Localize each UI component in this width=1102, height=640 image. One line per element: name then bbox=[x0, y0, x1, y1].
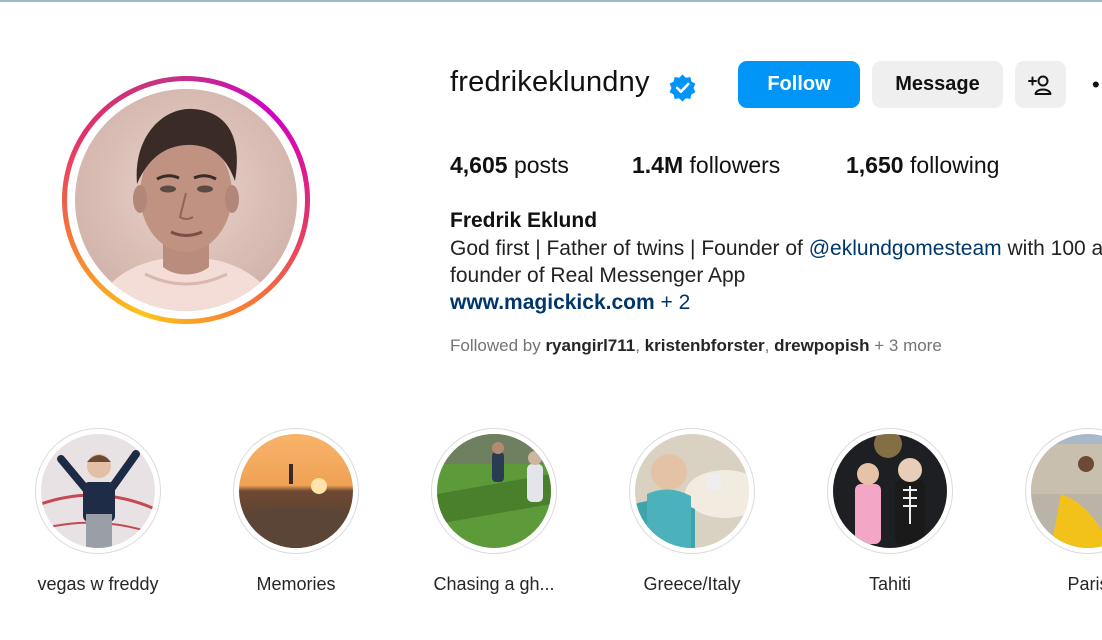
highlight-label: Memories bbox=[256, 574, 336, 594]
highlight-label: Tahiti bbox=[868, 574, 912, 594]
bio-text-continued: with 100 ag bbox=[1007, 237, 1102, 260]
suggested-accounts-button[interactable] bbox=[1015, 61, 1066, 108]
profile-avatar-story-ring[interactable] bbox=[62, 76, 310, 324]
highlight-thumbnail bbox=[239, 434, 353, 548]
website-link[interactable]: www.magickick.com + 2 bbox=[450, 291, 690, 315]
separator: , bbox=[764, 336, 775, 355]
highlight-label: Greece/Italy bbox=[643, 574, 741, 594]
more-options-icon[interactable]: • bbox=[1092, 72, 1100, 98]
stat-following[interactable]: 1,650 following bbox=[846, 152, 999, 179]
profile-full-name: Fredrik Eklund bbox=[450, 209, 598, 232]
profile-username: fredrikeklundny bbox=[450, 66, 650, 98]
followed-by-prefix: Followed by bbox=[450, 336, 546, 355]
add-user-icon bbox=[1027, 75, 1051, 95]
window-top-border bbox=[0, 0, 1102, 2]
highlight-label: Chasing a gh... bbox=[433, 574, 555, 594]
stat-followers[interactable]: 1.4M followers bbox=[632, 152, 780, 179]
follow-button[interactable]: Follow bbox=[738, 61, 860, 108]
highlight-thumbnail bbox=[437, 434, 551, 548]
separator: , bbox=[635, 336, 645, 355]
highlight-ring bbox=[431, 428, 557, 554]
followed-by-more[interactable]: + 3 more bbox=[870, 336, 942, 355]
mutual-follower-2[interactable]: kristenbforster bbox=[645, 336, 765, 355]
followed-by-line[interactable]: Followed by ryangirl711, kristenbforster… bbox=[450, 336, 942, 356]
message-button[interactable]: Message bbox=[872, 61, 1003, 108]
highlight-ring bbox=[629, 428, 755, 554]
mutual-follower-3[interactable]: drewpopish bbox=[774, 336, 869, 355]
highlight-thumbnail bbox=[635, 434, 749, 548]
highlight-thumbnail bbox=[833, 434, 947, 548]
bio-mention-link[interactable]: @eklundgomesteam bbox=[809, 237, 1002, 260]
highlight-ring bbox=[35, 428, 161, 554]
highlight-thumbnail bbox=[41, 434, 155, 548]
highlight-label: Paris bbox=[1067, 574, 1102, 594]
bio-line-1: God first | Father of twins | Founder of… bbox=[450, 237, 1102, 261]
avatar-ring-gap bbox=[67, 81, 305, 319]
highlight-ring bbox=[827, 428, 953, 554]
verified-badge-icon bbox=[669, 74, 696, 102]
website-more-links[interactable]: + 2 bbox=[655, 291, 690, 314]
bio-line-2: founder of Real Messenger App bbox=[450, 264, 746, 287]
highlight-ring bbox=[1025, 428, 1102, 554]
following-label: following bbox=[909, 152, 1000, 178]
website-url[interactable]: www.magickick.com bbox=[450, 291, 655, 314]
mutual-follower-1[interactable]: ryangirl711 bbox=[545, 336, 635, 355]
profile-avatar bbox=[75, 89, 297, 311]
followers-count: 1.4M bbox=[632, 152, 684, 178]
bio-text: God first | Father of twins | Founder of bbox=[450, 237, 809, 260]
highlight-label: vegas w freddy bbox=[37, 574, 159, 594]
posts-label: posts bbox=[513, 152, 569, 178]
stat-posts[interactable]: 4,605 posts bbox=[450, 152, 569, 179]
posts-count: 4,605 bbox=[450, 152, 508, 178]
highlight-ring bbox=[233, 428, 359, 554]
avatar-portrait bbox=[95, 108, 277, 311]
followers-label: followers bbox=[689, 152, 781, 178]
following-count: 1,650 bbox=[846, 152, 904, 178]
highlight-thumbnail bbox=[1031, 434, 1102, 548]
